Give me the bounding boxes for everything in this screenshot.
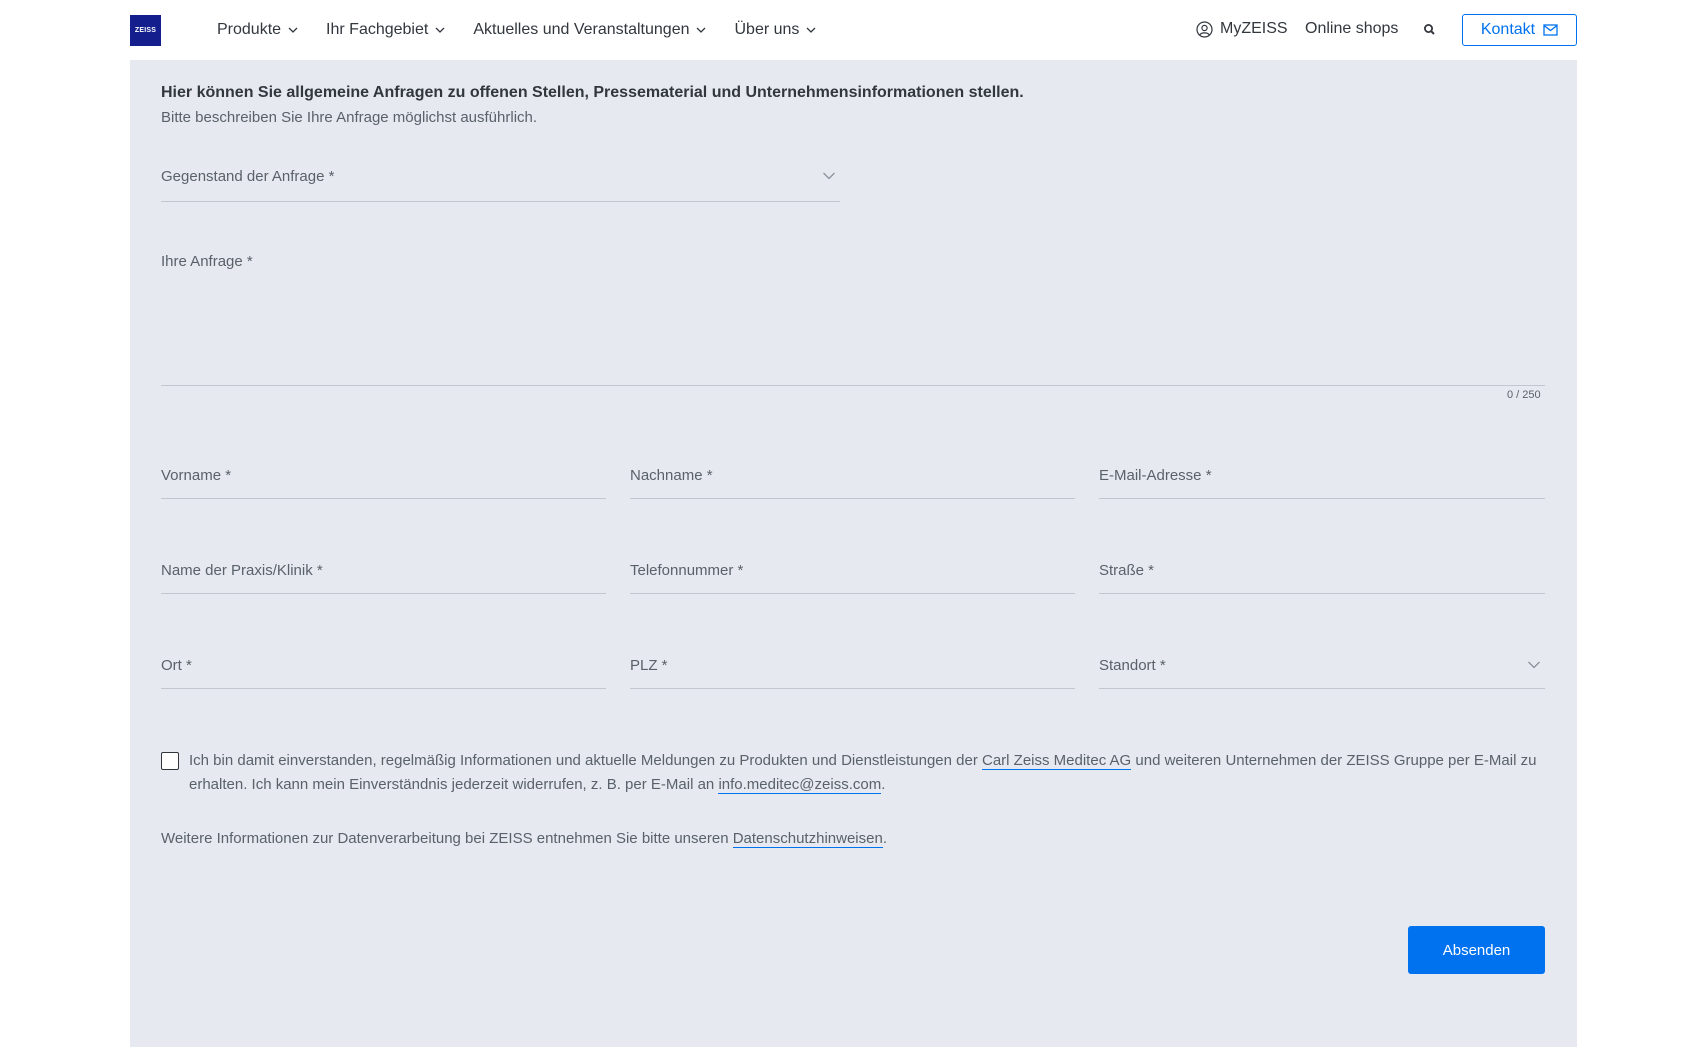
chevron-down-icon xyxy=(434,24,446,36)
logo-text: ZEISS xyxy=(134,27,157,34)
plz-field[interactable]: PLZ * xyxy=(630,650,1075,689)
plz-label: PLZ * xyxy=(630,657,668,674)
contact-form-panel: Hier können Sie allgemeine Anfragen zu o… xyxy=(130,60,1577,1047)
nav-item-label: Ihr Fachgebiet xyxy=(326,21,429,38)
online-shops-label: Online shops xyxy=(1305,20,1399,37)
privacy-text-2: . xyxy=(882,830,887,847)
user-icon xyxy=(1196,20,1213,38)
online-shops-link[interactable]: Online shops xyxy=(1305,20,1398,38)
char-counter: 0 / 250 xyxy=(1507,389,1541,401)
consent-text-3: . xyxy=(881,776,886,793)
nav-item-aktuelles[interactable]: Aktuelles und Veranstaltungen xyxy=(473,21,707,39)
subject-label: Gegenstand der Anfrage * xyxy=(161,168,335,185)
consent-text-1: Ich bin damit einverstanden, regelmäßig … xyxy=(189,752,982,769)
standort-label: Standort * xyxy=(1099,657,1166,674)
nav-item-produkte[interactable]: Produkte xyxy=(217,21,299,39)
strasse-label: Straße * xyxy=(1099,562,1155,579)
main-nav: Produkte Ihr Fachgebiet Aktuelles und Ve… xyxy=(217,0,844,60)
email-link[interactable]: info.meditec@zeiss.com xyxy=(718,776,882,794)
zeiss-logo[interactable]: ZEISS xyxy=(130,15,161,46)
mail-icon xyxy=(1543,24,1558,36)
privacy-text-1: Weitere Informationen zur Datenverarbeit… xyxy=(161,830,733,847)
nav-item-ueber-uns[interactable]: Über uns xyxy=(734,21,817,39)
ort-label: Ort * xyxy=(161,657,192,674)
chevron-down-icon xyxy=(1527,660,1541,670)
consent-checkbox[interactable] xyxy=(161,752,179,770)
telefon-label: Telefonnummer * xyxy=(630,562,744,579)
consent-text: Ich bin damit einverstanden, regelmäßig … xyxy=(189,749,1559,797)
form-intro-subtext: Bitte beschreiben Sie Ihre Anfrage mögli… xyxy=(161,109,538,126)
vorname-field[interactable]: Vorname * xyxy=(161,460,606,499)
privacy-link[interactable]: Datenschutzhinweisen xyxy=(732,830,883,848)
chevron-down-icon xyxy=(822,171,836,181)
nav-item-label: Über uns xyxy=(734,21,800,38)
request-textarea[interactable]: Ihre Anfrage * xyxy=(161,253,1545,386)
nav-item-fachgebiet[interactable]: Ihr Fachgebiet xyxy=(326,21,446,39)
email-label: E-Mail-Adresse * xyxy=(1099,467,1212,484)
request-label: Ihre Anfrage * xyxy=(161,253,253,270)
nav-item-label: Aktuelles und Veranstaltungen xyxy=(473,21,690,38)
praxis-label: Name der Praxis/Klinik * xyxy=(161,562,323,579)
ort-field[interactable]: Ort * xyxy=(161,650,606,689)
kontakt-button[interactable]: Kontakt xyxy=(1462,14,1577,46)
search-icon[interactable] xyxy=(1422,22,1438,38)
telefon-field[interactable]: Telefonnummer * xyxy=(630,555,1075,594)
email-field[interactable]: E-Mail-Adresse * xyxy=(1099,460,1545,499)
company-link[interactable]: Carl Zeiss Meditec AG xyxy=(982,752,1132,770)
form-intro-heading: Hier können Sie allgemeine Anfragen zu o… xyxy=(161,84,1024,101)
nav-item-label: Produkte xyxy=(217,21,282,38)
standort-select[interactable]: Standort * xyxy=(1099,650,1545,689)
praxis-field[interactable]: Name der Praxis/Klinik * xyxy=(161,555,606,594)
chevron-down-icon xyxy=(287,24,299,36)
nachname-field[interactable]: Nachname * xyxy=(630,460,1075,499)
site-header: ZEISS Produkte Ihr Fachgebiet Aktuelles … xyxy=(0,0,1697,60)
chevron-down-icon xyxy=(695,24,707,36)
subject-select[interactable]: Gegenstand der Anfrage * xyxy=(161,160,840,202)
strasse-field[interactable]: Straße * xyxy=(1099,555,1545,594)
myzeiss-label: MyZEISS xyxy=(1220,20,1288,37)
kontakt-label: Kontakt xyxy=(1480,21,1536,38)
vorname-label: Vorname * xyxy=(161,467,232,484)
myzeiss-link[interactable]: MyZEISS xyxy=(1196,20,1288,38)
chevron-down-icon xyxy=(805,24,817,36)
submit-button[interactable]: Absenden xyxy=(1408,926,1545,974)
nachname-label: Nachname * xyxy=(630,467,713,484)
privacy-text: Weitere Informationen zur Datenverarbeit… xyxy=(161,830,887,848)
